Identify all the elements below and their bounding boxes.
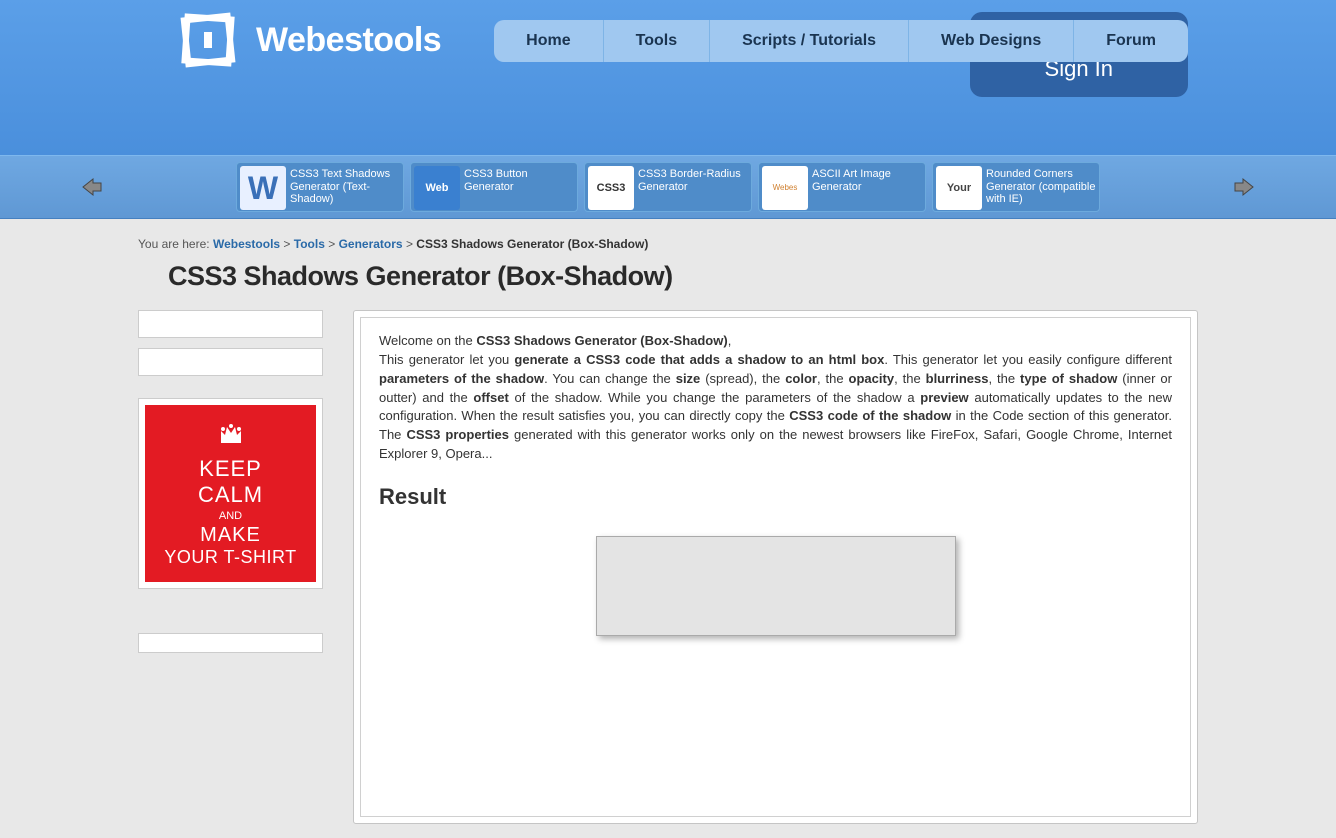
- tool-card[interactable]: CSS3 CSS3 Border-Radius Generator: [584, 162, 752, 212]
- breadcrumb-link[interactable]: Webestools: [213, 237, 280, 251]
- keep-calm-ad-image: KEEP CALM AND MAKE YOUR T-SHIRT: [145, 405, 316, 582]
- intro-text: Welcome on the CSS3 Shadows Generator (B…: [379, 332, 1172, 464]
- breadcrumb-link[interactable]: Generators: [339, 237, 403, 251]
- nav-home[interactable]: Home: [494, 20, 603, 62]
- sidebar-slot: [138, 310, 323, 338]
- tools-carousel: W CSS3 Text Shadows Generator (Text-Shad…: [0, 155, 1336, 219]
- site-header: Webestools Create Account Sign In Home T…: [0, 0, 1336, 155]
- breadcrumb-prefix: You are here:: [138, 237, 210, 251]
- sidebar-slot: [138, 348, 323, 376]
- breadcrumb-link[interactable]: Tools: [294, 237, 325, 251]
- brand-name: Webestools: [256, 21, 441, 60]
- carousel-left-arrow-icon[interactable]: [78, 173, 106, 201]
- sidebar-ad-lower[interactable]: [138, 633, 323, 653]
- nav-scripts[interactable]: Scripts / Tutorials: [710, 20, 909, 62]
- tool-thumb-icon: Web: [414, 166, 460, 210]
- sidebar-ad[interactable]: KEEP CALM AND MAKE YOUR T-SHIRT: [138, 398, 323, 589]
- tool-card[interactable]: Your Rounded Corners Generator (compatib…: [932, 162, 1100, 212]
- tool-thumb-icon: CSS3: [588, 166, 634, 210]
- tool-label: CSS3 Button Generator: [464, 166, 574, 193]
- shadow-preview-box: [596, 536, 956, 636]
- tool-label: Rounded Corners Generator (compatible wi…: [986, 166, 1096, 206]
- tool-label: ASCII Art Image Generator: [812, 166, 922, 193]
- result-heading: Result: [379, 484, 1172, 510]
- sidebar: KEEP CALM AND MAKE YOUR T-SHIRT: [138, 310, 323, 653]
- tool-card[interactable]: Web CSS3 Button Generator: [410, 162, 578, 212]
- tool-label: CSS3 Text Shadows Generator (Text-Shadow…: [290, 166, 400, 206]
- breadcrumb-current: CSS3 Shadows Generator (Box-Shadow): [416, 237, 648, 251]
- carousel-right-arrow-icon[interactable]: [1230, 173, 1258, 201]
- nav-tools[interactable]: Tools: [604, 20, 710, 62]
- tool-thumb-icon: Your: [936, 166, 982, 210]
- tool-card[interactable]: Webes ASCII Art Image Generator: [758, 162, 926, 212]
- main-navigation: Home Tools Scripts / Tutorials Web Desig…: [494, 20, 1188, 62]
- tool-thumb-icon: W: [240, 166, 286, 210]
- tool-label: CSS3 Border-Radius Generator: [638, 166, 748, 193]
- page-title: CSS3 Shadows Generator (Box-Shadow): [138, 261, 1198, 292]
- nav-forum[interactable]: Forum: [1074, 20, 1188, 62]
- main-panel: Welcome on the CSS3 Shadows Generator (B…: [353, 310, 1198, 824]
- breadcrumb: You are here: Webestools > Tools > Gener…: [138, 233, 1198, 261]
- tool-card[interactable]: W CSS3 Text Shadows Generator (Text-Shad…: [236, 162, 404, 212]
- brand-logo-icon: [178, 10, 238, 70]
- nav-webdesigns[interactable]: Web Designs: [909, 20, 1074, 62]
- tool-thumb-icon: Webes: [762, 166, 808, 210]
